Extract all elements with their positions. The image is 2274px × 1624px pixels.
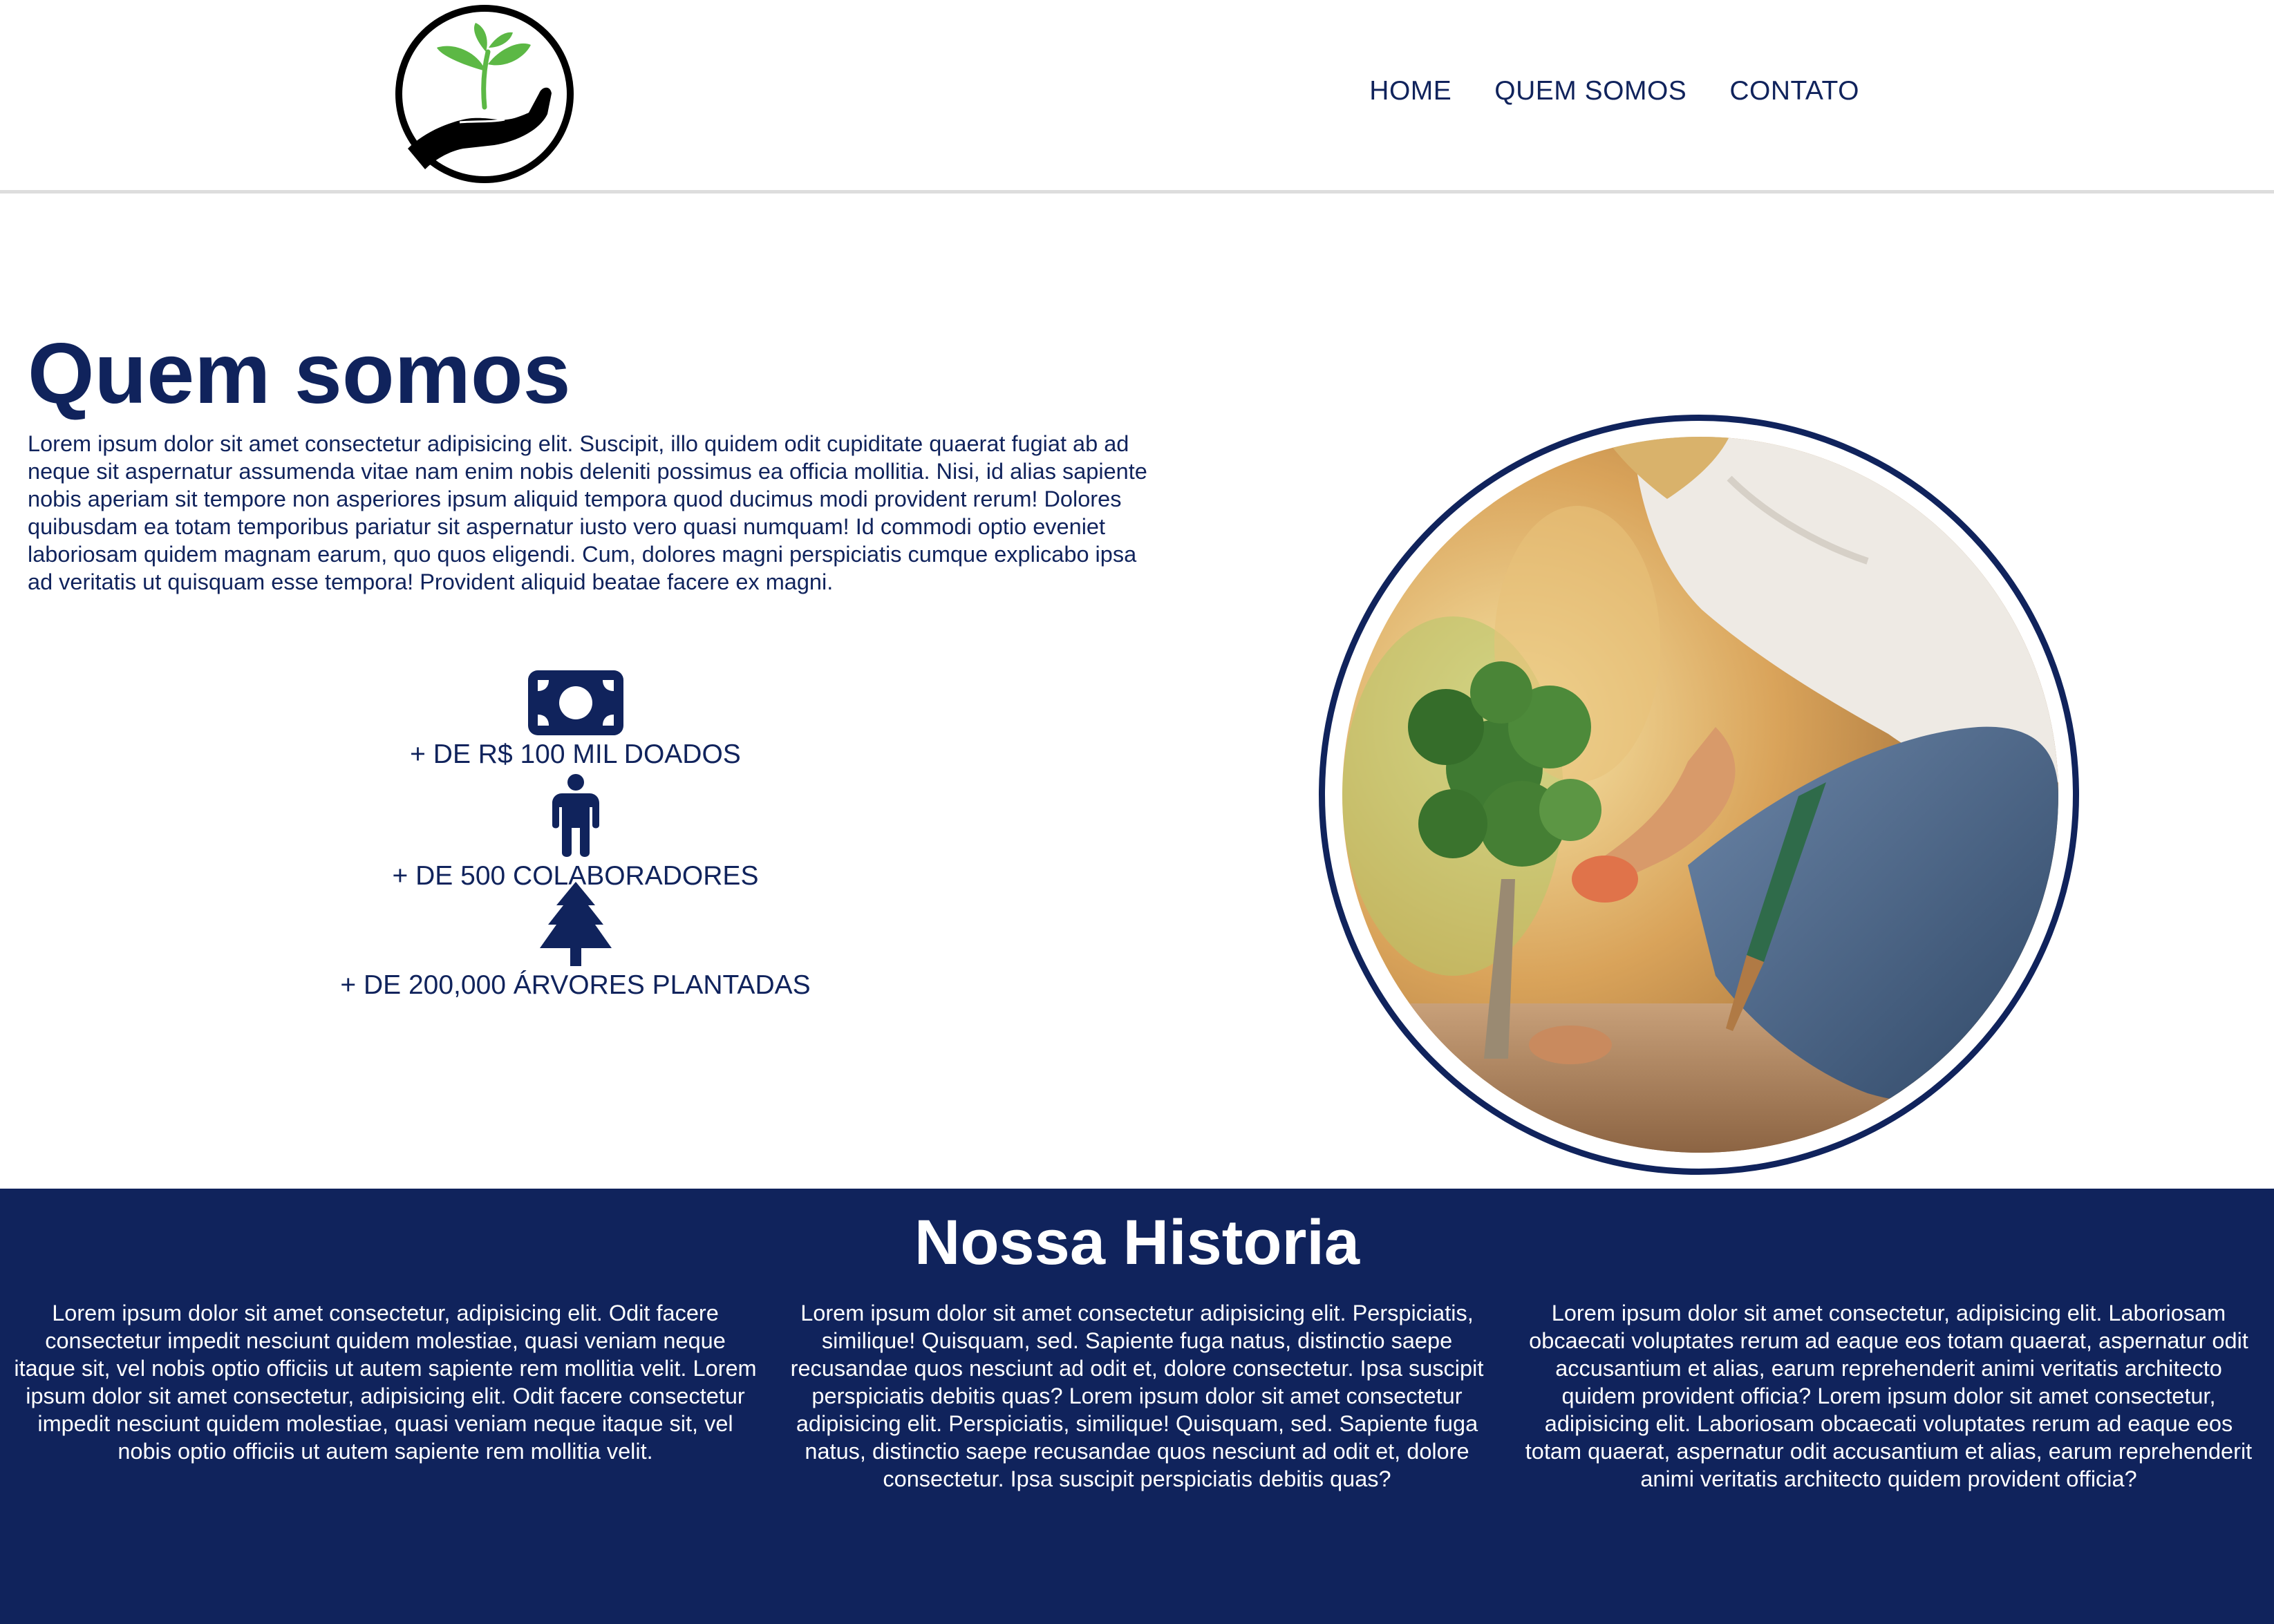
- nav-contato[interactable]: CONTATO: [1729, 76, 1859, 106]
- stat-collaborators: + DE 500 COLABORADORES: [0, 774, 1151, 891]
- stat-trees-label: + DE 200,000 ÁRVORES PLANTADAS: [340, 970, 811, 1000]
- about-title: Quem somos: [28, 326, 571, 422]
- nav-quem-somos[interactable]: QUEM SOMOS: [1494, 76, 1686, 106]
- history-column-1: Lorem ipsum dolor sit amet consectetur, …: [14, 1301, 757, 1464]
- about-text: Lorem ipsum dolor sit amet consectetur a…: [28, 431, 1147, 594]
- stat-donations-label: + DE R$ 100 MIL DOADOS: [410, 739, 741, 769]
- history-column-3: Lorem ipsum dolor sit amet consectetur, …: [1525, 1301, 2253, 1491]
- person-icon: [552, 774, 599, 857]
- woman-planting-tree-image: [1342, 437, 2058, 1153]
- history-column-2: Lorem ipsum dolor sit amet consectetur a…: [790, 1301, 1484, 1491]
- logo[interactable]: [394, 3, 575, 185]
- money-bill-icon: [527, 670, 623, 735]
- history-title: Nossa Historia: [914, 1207, 1360, 1278]
- main-nav: HOME QUEM SOMOS CONTATO: [1369, 76, 1859, 106]
- page: HOME QUEM SOMOS CONTATO Quem somos Lorem…: [0, 0, 2274, 1624]
- stat-donations: + DE R$ 100 MIL DOADOS: [0, 670, 1151, 770]
- history-columns: Lorem ipsum dolor sit amet consectetur, …: [14, 1299, 2260, 1493]
- hand-holding-plant-icon: [395, 5, 574, 183]
- history-section: Nossa Historia Lorem ipsum dolor sit ame…: [0, 1189, 2274, 1624]
- gardener-photo: [1342, 437, 2058, 1153]
- stat-trees: + DE 200,000 ÁRVORES PLANTADAS: [0, 882, 1151, 1001]
- nav-home[interactable]: HOME: [1369, 76, 1451, 106]
- site-header: HOME QUEM SOMOS CONTATO: [0, 0, 2274, 193]
- tree-icon: [539, 882, 612, 966]
